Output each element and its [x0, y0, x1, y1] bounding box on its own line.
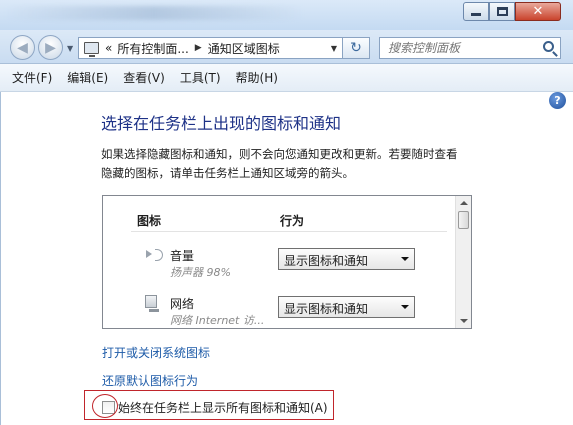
forward-button[interactable]: ▶ — [38, 35, 63, 60]
page-description: 如果选择隐藏图标和通知，则不会向您通知更改和更新。若要随时查看隐藏的图标，请单击… — [101, 147, 458, 180]
maximize-icon — [496, 7, 508, 16]
search-box[interactable] — [379, 37, 561, 59]
chevron-down-icon — [401, 257, 409, 261]
list-item: 音量 扬声器 98% 显示图标和通知 — [103, 240, 455, 286]
search-icon[interactable] — [543, 41, 554, 52]
always-show-all-checkbox[interactable] — [102, 401, 115, 414]
menu-edit[interactable]: 编辑(E) — [67, 69, 108, 86]
menu-file[interactable]: 文件(F) — [12, 69, 52, 86]
menu-tools[interactable]: 工具(T) — [180, 69, 221, 86]
behavior-select-network[interactable]: 显示图标和通知 — [278, 296, 415, 318]
behavior-select-value: 显示图标和通知 — [284, 254, 369, 268]
speaker-icon — [146, 250, 152, 258]
scrollbar-thumb[interactable] — [458, 211, 469, 229]
behavior-select-value: 显示图标和通知 — [284, 302, 369, 316]
blurred-title — [4, 6, 304, 20]
list-item-subtitle: 扬声器 98% — [170, 266, 231, 279]
back-arrow-icon: ◀ — [17, 39, 28, 56]
list-item: 网络 网络 Internet 访... 显示图标和通知 — [103, 288, 455, 328]
behavior-select-volume[interactable]: 显示图标和通知 — [278, 248, 415, 270]
title-bar: ✕ — [0, 0, 573, 30]
column-header-behavior: 行为 — [280, 214, 305, 228]
address-dropdown-icon[interactable]: ▼ — [331, 44, 337, 53]
always-show-all-label[interactable]: 始终在任务栏上显示所有图标和通知(A) — [118, 399, 328, 416]
scroll-down-icon[interactable] — [460, 319, 468, 323]
close-button[interactable]: ✕ — [515, 2, 561, 21]
minimize-button[interactable] — [463, 2, 489, 21]
recent-pages-dropdown[interactable]: ▼ — [67, 44, 73, 53]
notification-icons-list: 图标 行为 音量 扬声器 98% 显示图标和通知 网络 网络 Internet … — [102, 195, 472, 329]
back-button[interactable]: ◀ — [10, 35, 35, 60]
menu-bar: 文件(F) 编辑(E) 查看(V) 工具(T) 帮助(H) — [0, 64, 573, 92]
breadcrumb-overflow[interactable]: « — [105, 41, 112, 55]
refresh-button[interactable]: ↻ — [343, 37, 370, 59]
restore-default-link[interactable]: 还原默认图标行为 — [102, 372, 198, 389]
forward-arrow-icon: ▶ — [45, 39, 56, 56]
column-header-icon: 图标 — [137, 214, 162, 228]
chevron-down-icon — [401, 305, 409, 309]
system-icons-link[interactable]: 打开或关闭系统图标 — [102, 344, 210, 361]
address-bar[interactable]: « 所有控制面... ▶ 通知区域图标 ▼ — [78, 37, 343, 59]
network-icon — [145, 295, 159, 312]
menu-view[interactable]: 查看(V) — [123, 69, 165, 86]
list-item-subtitle: 网络 Internet 访... — [170, 314, 265, 327]
list-scrollbar[interactable] — [455, 196, 471, 328]
breadcrumb-notification-icons[interactable]: 通知区域图标 — [208, 40, 280, 57]
speaker-wave-icon — [155, 249, 163, 261]
refresh-icon: ↻ — [350, 40, 362, 56]
minimize-icon — [471, 13, 481, 16]
close-icon: ✕ — [532, 4, 544, 19]
breadcrumb-all-control-panel[interactable]: 所有控制面... — [117, 40, 188, 57]
maximize-button[interactable] — [489, 2, 515, 21]
menu-help[interactable]: 帮助(H) — [236, 69, 278, 86]
search-input[interactable] — [388, 41, 538, 55]
list-item-name: 网络 — [170, 297, 195, 311]
scroll-up-icon[interactable] — [460, 201, 468, 205]
page-title: 选择在任务栏上出现的图标和通知 — [101, 114, 342, 133]
help-icon[interactable]: ? — [549, 92, 566, 109]
control-panel-icon — [84, 42, 99, 57]
list-item-name: 音量 — [170, 249, 195, 263]
header-divider — [131, 231, 447, 232]
navigation-bar: ◀ ▶ ▼ « 所有控制面... ▶ 通知区域图标 ▼ ↻ — [0, 30, 573, 64]
breadcrumb-separator-icon[interactable]: ▶ — [195, 43, 202, 53]
always-show-all-checkbox-row[interactable]: 始终在任务栏上显示所有图标和通知(A) — [102, 399, 328, 416]
content-area: ? 选择在任务栏上出现的图标和通知 如果选择隐藏图标和通知，则不会向您通知更改和… — [0, 92, 573, 425]
